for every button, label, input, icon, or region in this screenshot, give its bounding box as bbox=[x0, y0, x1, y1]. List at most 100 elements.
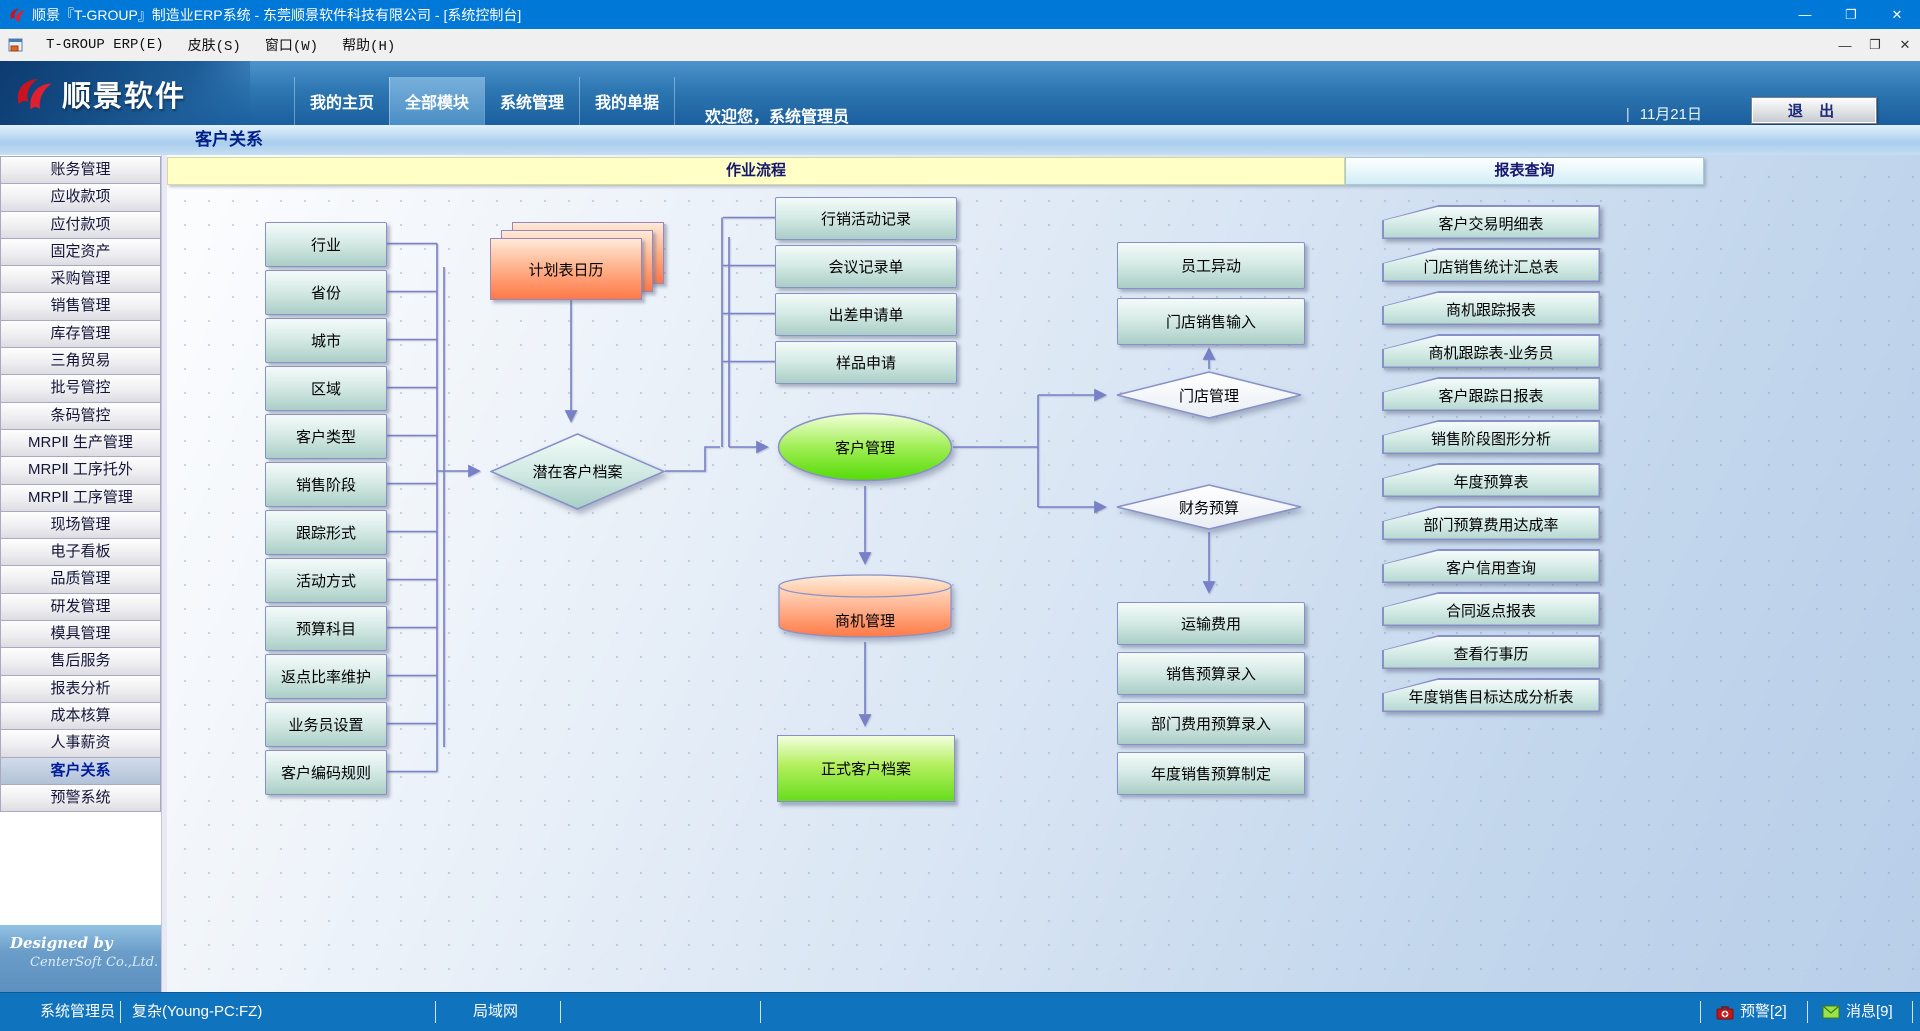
sidebar-item[interactable]: 模具管理 bbox=[0, 620, 161, 648]
sidebar-item[interactable]: 品质管理 bbox=[0, 565, 161, 593]
sidebar-item[interactable]: 账务管理 bbox=[0, 156, 161, 184]
flowchart-canvas: 作业流程 报表查询 bbox=[167, 155, 1920, 992]
flow-box-master[interactable]: 销售阶段 bbox=[265, 462, 387, 507]
window-title: 顺景『T-GROUP』制造业ERP系统 - 东莞顺景软件科技有限公司 - [系统… bbox=[32, 5, 1782, 25]
status-alerts[interactable]: 预警[2] bbox=[1740, 993, 1787, 1031]
flow-diamond-potential[interactable]: 潜在客户档案 bbox=[490, 433, 665, 510]
sidebar-item[interactable]: 人事薪资 bbox=[0, 729, 161, 757]
sidebar-item[interactable]: 应收款项 bbox=[0, 183, 161, 211]
flow-box-master[interactable]: 活动方式 bbox=[265, 558, 387, 603]
flow-box-master[interactable]: 区域 bbox=[265, 366, 387, 411]
flow-calendar-stack[interactable]: 计划表日历 bbox=[490, 222, 662, 300]
calendar-card-front[interactable]: 计划表日历 bbox=[490, 238, 642, 300]
sidebar-item[interactable]: 三角贸易 bbox=[0, 347, 161, 375]
connector-lines bbox=[167, 155, 1920, 992]
report-item-label: 销售阶段图形分析 bbox=[1382, 420, 1600, 454]
report-item[interactable]: 年度预算表 bbox=[1382, 463, 1600, 497]
sidebar-item[interactable]: 应付款项 bbox=[0, 211, 161, 239]
mdi-restore-icon[interactable]: ❐ bbox=[1860, 37, 1890, 53]
flow-box-budget[interactable]: 运输费用 bbox=[1117, 602, 1305, 645]
flow-box-master[interactable]: 返点比率维护 bbox=[265, 654, 387, 699]
sidebar-item[interactable]: 固定资产 bbox=[0, 238, 161, 266]
tab-my-documents[interactable]: 我的单据 bbox=[579, 77, 675, 125]
sidebar-item[interactable]: 客户关系 bbox=[0, 757, 161, 785]
sidebar-item[interactable]: 条码管控 bbox=[0, 402, 161, 430]
sidebar-list: 账务管理应收款项应付款项固定资产采购管理销售管理库存管理三角贸易批号管控条码管控… bbox=[0, 155, 161, 812]
sidebar-item[interactable]: 成本核算 bbox=[0, 702, 161, 730]
report-item[interactable]: 客户信用查询 bbox=[1382, 549, 1600, 583]
date-display: |11月21日 bbox=[1626, 103, 1702, 124]
status-divider bbox=[1912, 1001, 1913, 1023]
flow-box-master[interactable]: 省份 bbox=[265, 270, 387, 315]
flow-ellipse-customer[interactable]: 客户管理 bbox=[777, 412, 953, 482]
flow-box-master[interactable]: 客户类型 bbox=[265, 414, 387, 459]
menu-item[interactable]: 帮助(H) bbox=[330, 29, 407, 61]
status-messages[interactable]: 消息[9] bbox=[1846, 993, 1893, 1031]
mdi-close-icon[interactable]: ✕ bbox=[1890, 37, 1920, 53]
report-item[interactable]: 商机跟踪报表 bbox=[1382, 291, 1600, 325]
report-item[interactable]: 商机跟踪表-业务员 bbox=[1382, 334, 1600, 368]
tab-all-modules[interactable]: 全部模块 bbox=[389, 77, 484, 125]
sidebar-item[interactable]: 报表分析 bbox=[0, 675, 161, 703]
brand-logo: 顺景软件 bbox=[12, 73, 186, 115]
sidebar-item[interactable]: MRPⅡ 工序管理 bbox=[0, 484, 161, 512]
status-divider bbox=[760, 1001, 761, 1023]
flow-box-master[interactable]: 业务员设置 bbox=[265, 702, 387, 747]
minimize-icon[interactable]: — bbox=[1782, 0, 1828, 29]
sidebar-item[interactable]: 采购管理 bbox=[0, 265, 161, 293]
flow-box-master[interactable]: 行业 bbox=[265, 222, 387, 267]
report-item[interactable]: 年度销售目标达成分析表 bbox=[1382, 678, 1600, 712]
report-item[interactable]: 销售阶段图形分析 bbox=[1382, 420, 1600, 454]
sidebar-item[interactable]: 预警系统 bbox=[0, 784, 161, 812]
flow-diamond-store[interactable]: 门店管理 bbox=[1115, 371, 1303, 419]
flow-box-hr[interactable]: 门店销售输入 bbox=[1117, 298, 1305, 345]
sidebar-item[interactable]: 库存管理 bbox=[0, 320, 161, 348]
flow-box-formal-customer[interactable]: 正式客户档案 bbox=[777, 735, 955, 802]
sidebar-item[interactable]: 销售管理 bbox=[0, 292, 161, 320]
flow-box-budget[interactable]: 部门费用预算录入 bbox=[1117, 702, 1305, 745]
close-icon[interactable]: ✕ bbox=[1874, 0, 1920, 29]
flow-box-activity[interactable]: 会议记录单 bbox=[775, 245, 957, 288]
status-machine: 复杂(Young-PC:FZ) bbox=[132, 993, 262, 1031]
message-icon[interactable] bbox=[1822, 1005, 1840, 1019]
sidebar-item[interactable]: 现场管理 bbox=[0, 511, 161, 539]
sidebar-item[interactable]: 电子看板 bbox=[0, 538, 161, 566]
page-title: 客户关系 bbox=[195, 125, 263, 154]
menu-item[interactable]: T-GROUP ERP(E) bbox=[34, 29, 176, 61]
tab-my-home[interactable]: 我的主页 bbox=[294, 77, 389, 125]
sidebar-item[interactable]: MRPⅡ 工序托外 bbox=[0, 456, 161, 484]
menu-item[interactable]: 皮肤(S) bbox=[176, 29, 253, 61]
sidebar-item[interactable]: 研发管理 bbox=[0, 593, 161, 621]
sidebar-item[interactable]: 售后服务 bbox=[0, 647, 161, 675]
flow-box-budget[interactable]: 销售预算录入 bbox=[1117, 652, 1305, 695]
tab-system-admin[interactable]: 系统管理 bbox=[484, 77, 579, 125]
flow-box-activity[interactable]: 行销活动记录 bbox=[775, 197, 957, 240]
flow-box-activity[interactable]: 出差申请单 bbox=[775, 293, 957, 336]
flow-box-master[interactable]: 预算科目 bbox=[265, 606, 387, 651]
restore-icon[interactable]: ❐ bbox=[1828, 0, 1874, 29]
menu-item[interactable]: 窗口(W) bbox=[253, 29, 330, 61]
report-item[interactable]: 门店销售统计汇总表 bbox=[1382, 248, 1600, 282]
flow-box-master[interactable]: 客户编码规则 bbox=[265, 750, 387, 795]
report-item[interactable]: 合同返点报表 bbox=[1382, 592, 1600, 626]
report-item[interactable]: 客户跟踪日报表 bbox=[1382, 377, 1600, 411]
report-item[interactable]: 客户交易明细表 bbox=[1382, 205, 1600, 239]
flow-box-budget[interactable]: 年度销售预算制定 bbox=[1117, 752, 1305, 795]
report-item[interactable]: 查看行事历 bbox=[1382, 635, 1600, 669]
flow-box-master[interactable]: 跟踪形式 bbox=[265, 510, 387, 555]
flow-box-activity[interactable]: 样品申请 bbox=[775, 341, 957, 384]
flow-box-hr[interactable]: 员工异动 bbox=[1117, 242, 1305, 289]
app-logo-icon bbox=[8, 6, 26, 24]
mdi-minimize-icon[interactable]: — bbox=[1830, 38, 1860, 53]
alert-icon[interactable] bbox=[1716, 1004, 1734, 1020]
flow-cylinder-opportunity[interactable]: 商机管理 bbox=[777, 573, 953, 640]
sidebar-item[interactable]: MRPⅡ 生产管理 bbox=[0, 429, 161, 457]
flow-diamond-budget[interactable]: 财务预算 bbox=[1115, 484, 1303, 530]
flow-box-master[interactable]: 城市 bbox=[265, 318, 387, 363]
report-item[interactable]: 部门预算费用达成率 bbox=[1382, 506, 1600, 540]
main-nav-tabs: 我的主页 全部模块 系统管理 我的单据 bbox=[294, 77, 675, 125]
brand-name: 顺景软件 bbox=[62, 73, 186, 115]
exit-button[interactable]: 退 出 bbox=[1751, 97, 1877, 124]
report-item-label: 部门预算费用达成率 bbox=[1382, 506, 1600, 540]
sidebar-item[interactable]: 批号管控 bbox=[0, 374, 161, 402]
